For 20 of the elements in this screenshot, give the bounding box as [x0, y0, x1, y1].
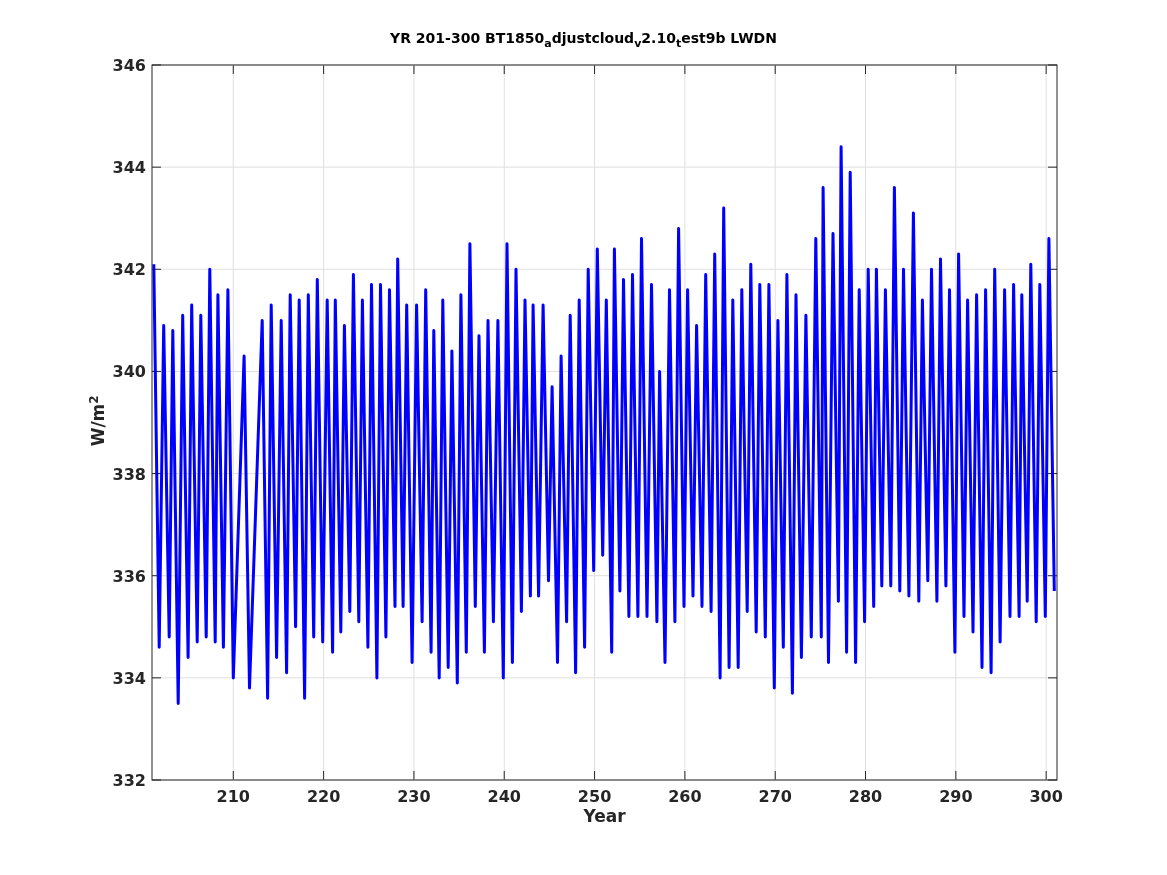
x-tick-label: 220: [306, 787, 341, 806]
x-tick-label: 210: [216, 787, 250, 806]
y-tick-label: 332: [112, 771, 146, 790]
y-tick-label: 336: [112, 566, 146, 586]
x-tick-label: 240: [487, 787, 521, 806]
x-tick-label: 280: [848, 787, 883, 806]
x-tick-label: 230: [397, 787, 431, 806]
y-tick-label: 342: [112, 260, 146, 280]
y-tick-label: 338: [112, 464, 146, 484]
x-tick-label: 270: [758, 787, 792, 806]
x-axis-label: Year: [583, 806, 626, 826]
x-tick-label: 290: [939, 787, 973, 806]
chart-title: YR 201-300 BT1850$_{a}$djustcloud$_{v}$2.10$_{t}$est9b LWDN: [389, 30, 778, 50]
y-tick-label: 344: [112, 158, 146, 178]
y-tick-label: 334: [112, 668, 146, 688]
x-tick-label: 260: [668, 787, 702, 806]
x-tick-label: 250: [577, 787, 612, 806]
y-tick-label: 346: [112, 56, 146, 75]
x-tick-label: 300: [1029, 787, 1063, 806]
y-tick-label: 340: [112, 362, 146, 382]
